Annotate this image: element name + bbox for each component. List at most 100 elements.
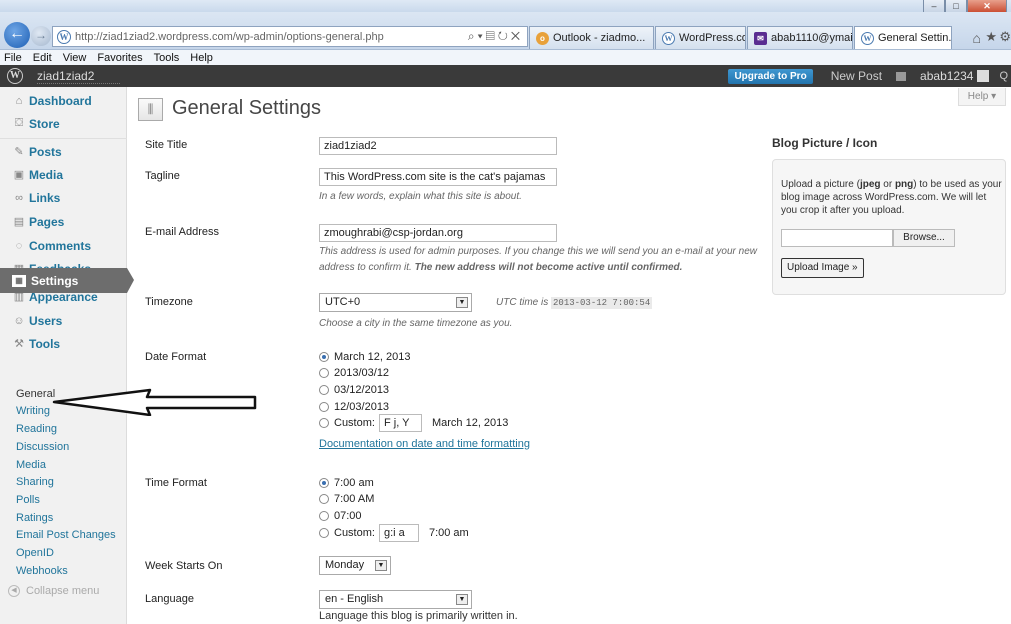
upgrade-button[interactable]: Upgrade to Pro: [728, 68, 813, 84]
search-icon[interactable]: Q: [999, 70, 1008, 82]
date-custom-input[interactable]: F j, Y: [378, 414, 422, 432]
back-arrow-icon[interactable]: ←: [4, 22, 30, 48]
submenu-polls[interactable]: Polls: [16, 494, 40, 506]
option-label: 7:00 am: [334, 477, 374, 489]
email-field[interactable]: zmoughrabi@csp-jordan.org: [319, 224, 557, 242]
menu-help[interactable]: Help: [190, 52, 213, 64]
settings-page-icon: ⫼: [138, 98, 163, 121]
site-name-link[interactable]: ziad1ziad2: [37, 69, 121, 84]
submenu-discussion[interactable]: Discussion: [16, 441, 69, 453]
bp-text-jpeg: jpeg: [859, 179, 881, 190]
email-desc-line2: address to confirm it.: [319, 262, 415, 273]
sidebar-item-pages[interactable]: ▤ Pages: [0, 210, 127, 233]
tab-general-settings[interactable]: W General Settin... ×: [854, 26, 952, 49]
radio-button[interactable]: [319, 528, 329, 538]
date-format-custom[interactable]: Custom: F j, Y March 12, 2013: [319, 414, 508, 432]
date-format-option[interactable]: 03/12/2013: [319, 384, 389, 396]
date-format-option[interactable]: 2013/03/12: [319, 367, 389, 379]
radio-button[interactable]: [319, 385, 329, 395]
sidebar-item-settings[interactable]: ▦ Settings: [0, 268, 127, 293]
sidebar-item-posts[interactable]: ✎ Posts: [0, 140, 127, 163]
date-time-docs-link[interactable]: Documentation on date and time formattin…: [319, 438, 530, 450]
forward-arrow-icon[interactable]: →: [31, 26, 51, 46]
radio-button[interactable]: [319, 511, 329, 521]
bp-text-part: Upload a picture (: [781, 179, 860, 190]
sidebar-item-comments[interactable]: ◌ Comments: [0, 234, 127, 257]
bp-text-part: or: [880, 179, 895, 190]
tab-mail[interactable]: ✉ abab1110@ymail...: [747, 26, 853, 49]
submenu-sharing[interactable]: Sharing: [16, 476, 54, 488]
wordpress-icon: W: [662, 31, 675, 45]
submenu-writing[interactable]: Writing: [16, 405, 50, 417]
sidebar-item-store[interactable]: ⛋ Store: [0, 112, 127, 135]
link-icon: ∞: [15, 191, 23, 204]
date-format-label: Date Format: [145, 351, 207, 363]
sidebar-item-media[interactable]: ▣ Media: [0, 163, 127, 186]
utc-time-value: 2013-03-12 7:00:54: [551, 297, 653, 309]
collapse-menu-button[interactable]: ◀ Collapse menu: [8, 585, 99, 597]
new-post-link[interactable]: New Post: [831, 69, 882, 83]
upload-image-button[interactable]: Upload Image »: [781, 258, 864, 278]
sidebar-item-links[interactable]: ∞ Links: [0, 186, 127, 209]
home-icon[interactable]: ⌂: [973, 30, 981, 46]
submenu-ratings[interactable]: Ratings: [16, 512, 53, 524]
time-custom-input[interactable]: g:i a: [378, 524, 419, 542]
menu-edit[interactable]: Edit: [33, 52, 52, 64]
address-tools-icon[interactable]: ⌕▾▤↻✕: [468, 29, 523, 44]
submenu-reading[interactable]: Reading: [16, 423, 57, 435]
time-format-option[interactable]: 7:00 am: [319, 477, 374, 489]
submenu-media[interactable]: Media: [16, 459, 46, 471]
address-bar[interactable]: W http://ziad1ziad2.wordpress.com/wp-adm…: [52, 26, 528, 47]
avatar[interactable]: [977, 70, 990, 82]
option-label: 12/03/2013: [334, 401, 390, 413]
tab-outlook[interactable]: o Outlook - ziadmo...: [529, 26, 654, 49]
browse-button[interactable]: Browse...: [893, 229, 955, 247]
menu-view[interactable]: View: [63, 52, 87, 64]
sidebar-label: Users: [29, 313, 63, 328]
time-format-custom[interactable]: Custom: g:i a 7:00 am: [319, 524, 469, 542]
notifications-icon[interactable]: [896, 71, 907, 81]
date-format-option[interactable]: 12/03/2013: [319, 401, 389, 413]
gear-icon[interactable]: ⚙: [999, 29, 1011, 45]
file-path-input[interactable]: [781, 229, 893, 247]
sidebar-label: Dashboard: [29, 93, 92, 108]
help-tab[interactable]: Help ▾: [958, 88, 1006, 106]
date-format-option[interactable]: March 12, 2013: [319, 351, 410, 363]
radio-button[interactable]: [319, 418, 329, 428]
option-label: 07:00: [334, 510, 362, 522]
site-title-input[interactable]: ziad1ziad2: [319, 137, 557, 155]
sidebar-label: Links: [29, 190, 61, 205]
option-label: March 12, 2013: [334, 351, 411, 363]
sidebar-item-tools[interactable]: ⚒ Tools: [0, 332, 127, 355]
user-name[interactable]: abab1234: [920, 69, 973, 83]
submenu-webhooks[interactable]: Webhooks: [16, 565, 68, 577]
time-format-option[interactable]: 07:00: [319, 510, 362, 522]
favorites-star-icon[interactable]: ★: [985, 29, 997, 45]
week-start-select[interactable]: Monday ▼: [319, 556, 391, 575]
radio-button[interactable]: [319, 368, 329, 378]
sidebar-item-users[interactable]: ☺ Users: [0, 309, 127, 332]
tagline-input[interactable]: This WordPress.com site is the cat's paj…: [319, 168, 557, 186]
menu-file[interactable]: File: [4, 52, 22, 64]
wordpress-logo-icon[interactable]: W: [7, 68, 23, 84]
tagline-label: Tagline: [145, 170, 180, 182]
site-title-label: Site Title: [145, 139, 188, 151]
option-label: 2013/03/12: [334, 367, 390, 379]
mail-icon: ✉: [754, 31, 767, 45]
language-select[interactable]: en - English ▼: [319, 590, 472, 609]
sidebar-item-dashboard[interactable]: ⌂ Dashboard: [0, 89, 127, 112]
radio-button[interactable]: [319, 478, 329, 488]
tab-wordpress[interactable]: W WordPress.com: [655, 26, 746, 49]
timezone-select[interactable]: UTC+0 ▼: [319, 293, 472, 312]
sidebar-label: Media: [29, 167, 64, 182]
submenu-openid[interactable]: OpenID: [16, 547, 54, 559]
radio-button[interactable]: [319, 494, 329, 504]
week-start-label: Week Starts On: [145, 560, 223, 572]
radio-button[interactable]: [319, 402, 329, 412]
custom-label: Custom:: [334, 417, 375, 429]
menu-tools[interactable]: Tools: [154, 52, 180, 64]
radio-button[interactable]: [319, 352, 329, 362]
time-format-option[interactable]: 7:00 AM: [319, 493, 374, 505]
submenu-email-post-changes[interactable]: Email Post Changes: [16, 529, 116, 541]
menu-favorites[interactable]: Favorites: [97, 52, 142, 64]
